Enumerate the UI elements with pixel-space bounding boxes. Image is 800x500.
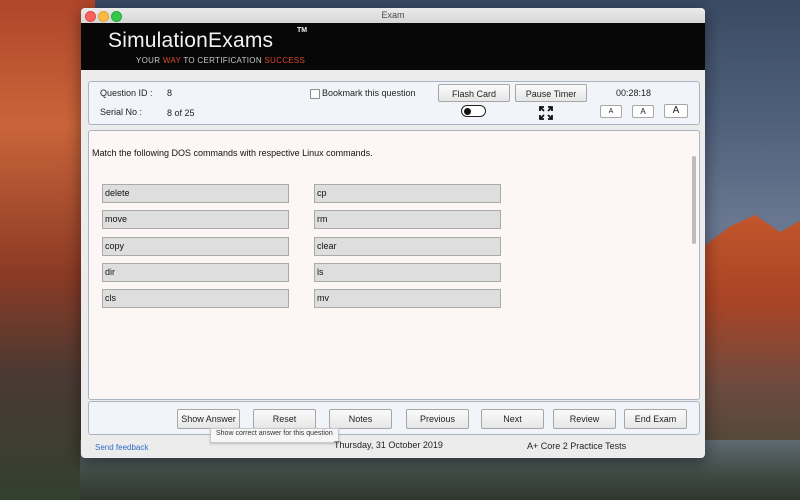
linux-command-item[interactable]: clear bbox=[314, 237, 501, 256]
serial-value: 8 of 25 bbox=[167, 108, 195, 118]
font-size-large-button[interactable]: A bbox=[664, 104, 688, 118]
brand-tagline: YOUR WAY TO CERTIFICATION SUCCESS bbox=[136, 56, 305, 65]
product-name: A+ Core 2 Practice Tests bbox=[527, 441, 627, 451]
dos-command-item[interactable]: delete bbox=[102, 184, 289, 203]
window-title: Exam bbox=[381, 10, 405, 20]
mode-toggle[interactable] bbox=[461, 105, 486, 117]
send-feedback-link[interactable]: Send feedback bbox=[95, 443, 148, 452]
notes-button[interactable]: Notes bbox=[329, 409, 392, 429]
dos-command-item[interactable]: cls bbox=[102, 289, 289, 308]
tagline-part: YOUR bbox=[136, 56, 163, 65]
content-scrollbar[interactable] bbox=[691, 148, 698, 398]
question-id-label: Question ID : bbox=[100, 88, 153, 98]
dos-command-item[interactable]: copy bbox=[102, 237, 289, 256]
trademark-mark: TM bbox=[297, 27, 308, 34]
previous-button[interactable]: Previous bbox=[406, 409, 469, 429]
scrollbar-thumb[interactable] bbox=[692, 156, 696, 244]
linux-command-item[interactable]: rm bbox=[314, 210, 501, 229]
navigation-panel: Show Answer Reset Notes Previous Next Re… bbox=[88, 401, 700, 435]
linux-command-item[interactable]: cp bbox=[314, 184, 501, 203]
tagline-part: TO CERTIFICATION bbox=[180, 56, 265, 65]
flash-card-button[interactable]: Flash Card bbox=[438, 84, 510, 102]
linux-command-item[interactable]: ls bbox=[314, 263, 501, 282]
fullscreen-icon[interactable] bbox=[539, 106, 553, 120]
bookmark-checkbox[interactable] bbox=[310, 89, 320, 99]
font-size-medium-button[interactable]: A bbox=[632, 105, 654, 118]
exam-window: Exam SimulationExams TM YOUR WAY TO CERT… bbox=[81, 8, 705, 458]
show-answer-tooltip: Show correct answer for this question bbox=[210, 428, 339, 443]
tagline-highlight: WAY bbox=[162, 56, 181, 65]
timer-display: 00:28:18 bbox=[616, 88, 652, 98]
question-info-panel: Question ID : 8 Serial No : 8 of 25 Book… bbox=[88, 81, 700, 125]
question-text: Match the following DOS commands with re… bbox=[92, 148, 373, 158]
brand-name: SimulationExams bbox=[108, 29, 274, 52]
brand-banner: SimulationExams TM YOUR WAY TO CERTIFICA… bbox=[81, 23, 705, 70]
title-bar[interactable]: Exam bbox=[81, 8, 705, 24]
dos-command-item[interactable]: dir bbox=[102, 263, 289, 282]
show-answer-button[interactable]: Show Answer bbox=[177, 409, 240, 429]
reset-button[interactable]: Reset bbox=[253, 409, 316, 429]
question-id-value: 8 bbox=[167, 88, 173, 98]
pause-timer-button[interactable]: Pause Timer bbox=[515, 84, 587, 102]
serial-label: Serial No : bbox=[100, 107, 143, 117]
review-button[interactable]: Review bbox=[553, 409, 616, 429]
next-button[interactable]: Next bbox=[481, 409, 544, 429]
current-date: Thursday, 31 October 2019 bbox=[334, 440, 443, 450]
font-size-small-button[interactable]: A bbox=[600, 105, 622, 118]
bookmark-label[interactable]: Bookmark this question bbox=[322, 88, 416, 98]
tagline-highlight: SUCCESS bbox=[264, 56, 306, 65]
end-exam-button[interactable]: End Exam bbox=[624, 409, 687, 429]
dos-command-item[interactable]: move bbox=[102, 210, 289, 229]
toggle-knob bbox=[464, 107, 471, 115]
question-content-area: Match the following DOS commands with re… bbox=[88, 130, 700, 400]
linux-command-item[interactable]: mv bbox=[314, 289, 501, 308]
